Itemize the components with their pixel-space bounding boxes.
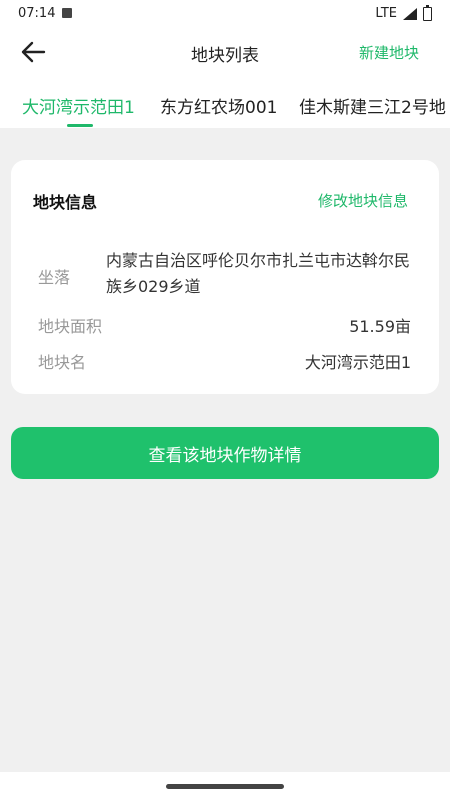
battery-icon [423, 4, 432, 21]
notification-icon [62, 8, 72, 18]
tab-plot-3[interactable]: 佳木斯建三江2号地 [299, 93, 446, 118]
area-value: 51.59亩 [349, 317, 411, 336]
view-crop-details-button[interactable]: 查看该地块作物详情 [11, 427, 439, 479]
edit-plot-info-button[interactable]: 修改地块信息 [318, 190, 408, 211]
home-indicator[interactable] [166, 784, 284, 789]
status-right: LTE [375, 4, 432, 21]
network-type: LTE [375, 6, 397, 21]
location-label: 坐落 [38, 268, 71, 287]
location-value: 内蒙古自治区呼伦贝尔市扎兰屯市达斡尔民族乡029乡道 [106, 251, 411, 296]
status-bar: 07:14 LTE [0, 0, 450, 28]
plot-tabs: 大河湾示范田1 东方红农场001 佳木斯建三江2号地 [0, 76, 450, 128]
header: 地块列表 新建地块 [0, 28, 450, 76]
plot-name-value: 大河湾示范田1 [304, 353, 411, 372]
plot-name-label: 地块名 [38, 353, 87, 372]
active-tab-indicator [67, 124, 93, 127]
new-plot-button[interactable]: 新建地块 [359, 42, 419, 63]
area-label: 地块面积 [38, 317, 103, 336]
signal-icon [403, 7, 417, 20]
plot-info-card: 地块信息 修改地块信息 坐落 内蒙古自治区呼伦贝尔市扎兰屯市达斡尔民族乡029乡… [11, 160, 439, 394]
system-nav-bar [0, 772, 450, 800]
tab-plot-2[interactable]: 东方红农场001 [160, 93, 277, 118]
tab-plot-1[interactable]: 大河湾示范田1 [22, 93, 135, 118]
status-time: 07:14 [18, 6, 56, 21]
card-title: 地块信息 [33, 193, 98, 212]
